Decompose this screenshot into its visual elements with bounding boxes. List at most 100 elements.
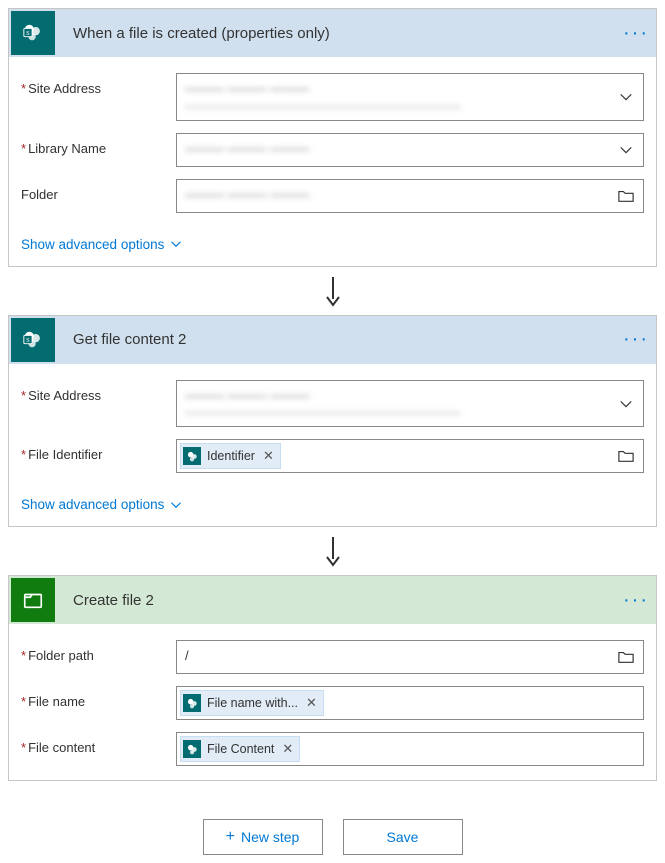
site-address-dropdown[interactable] — [609, 74, 643, 120]
site-address-field[interactable]: ——— ——— ——— ——————————————————————— — [176, 73, 644, 121]
sharepoint-icon: S — [11, 318, 55, 362]
folder-icon — [618, 449, 634, 463]
save-button[interactable]: Save — [343, 819, 463, 855]
file-identifier-picker[interactable] — [609, 440, 643, 472]
site-address-row-2: *Site Address ——— ——— ——— ——————————————… — [21, 380, 644, 428]
token-container: File name with... ✕ — [177, 687, 643, 719]
token-remove-button[interactable]: ✕ — [304, 695, 317, 711]
create-file-title: Create file 2 — [57, 592, 616, 609]
file-name-token[interactable]: File name with... ✕ — [180, 690, 324, 716]
chevron-down-icon — [619, 90, 633, 104]
label-text: Folder — [21, 187, 58, 202]
token-container: File Content ✕ — [177, 733, 643, 765]
new-step-label: New step — [241, 829, 299, 845]
arrow-down-icon — [323, 275, 343, 307]
advanced-text: Show advanced options — [21, 237, 164, 252]
library-name-label: *Library Name — [21, 133, 176, 156]
chevron-down-icon — [170, 238, 182, 250]
save-label: Save — [387, 829, 419, 845]
get-file-menu-button[interactable]: ··· — [616, 328, 656, 351]
trigger-title: When a file is created (properties only) — [57, 25, 616, 42]
site-address-dropdown-2[interactable] — [609, 381, 643, 427]
folder-path-field[interactable]: / — [176, 640, 644, 674]
get-file-title: Get file content 2 — [57, 331, 616, 348]
library-name-value: ——— ——— ——— — [177, 134, 609, 166]
label-text: File name — [28, 694, 85, 709]
file-identifier-row: *File Identifier Identifier ✕ — [21, 439, 644, 473]
file-name-field[interactable]: File name with... ✕ — [176, 686, 644, 720]
sharepoint-mini-icon — [183, 447, 201, 465]
chevron-down-icon — [619, 397, 633, 411]
site-address-value-2: ——— ——— ——— ——————————————————————— — [177, 381, 609, 427]
sharepoint-mini-icon — [183, 694, 201, 712]
label-text: File content — [28, 740, 95, 755]
folder-path-label: *Folder path — [21, 640, 176, 663]
library-name-field[interactable]: ——— ——— ——— — [176, 133, 644, 167]
label-text: Site Address — [28, 81, 101, 96]
token-remove-button[interactable]: ✕ — [280, 741, 293, 757]
blurred-text: ——————————————————————— — [185, 404, 601, 420]
identifier-token[interactable]: Identifier ✕ — [180, 443, 281, 469]
file-content-token[interactable]: File Content ✕ — [180, 736, 300, 762]
file-name-label: *File name — [21, 686, 176, 709]
folder-path-row: *Folder path / — [21, 640, 644, 674]
file-content-label: *File content — [21, 732, 176, 755]
token-text: File name with... — [207, 696, 298, 710]
blurred-text: ——— ——— ——— — [185, 186, 601, 204]
site-address-label-2: *Site Address — [21, 380, 176, 403]
blurred-text: ——— ——— ——— — [185, 140, 601, 158]
label-text: Library Name — [28, 141, 106, 156]
sharepoint-mini-icon — [183, 740, 201, 758]
label-text: Site Address — [28, 388, 101, 403]
token-text: File Content — [207, 742, 274, 756]
token-text: Identifier — [207, 449, 255, 463]
library-name-row: *Library Name ——— ——— ——— — [21, 133, 644, 167]
token-remove-button[interactable]: ✕ — [261, 448, 274, 464]
blurred-text: ——— ——— ——— — [185, 80, 601, 98]
site-address-label: *Site Address — [21, 73, 176, 96]
trigger-menu-button[interactable]: ··· — [616, 22, 656, 45]
trigger-body: *Site Address ——— ——— ——— ——————————————… — [9, 57, 656, 266]
svg-text:S: S — [26, 337, 30, 344]
folder-icon — [618, 650, 634, 664]
folder-path-picker[interactable] — [609, 641, 643, 673]
create-file-menu-button[interactable]: ··· — [616, 589, 656, 612]
site-address-field-2[interactable]: ——— ——— ——— ——————————————————————— — [176, 380, 644, 428]
connector-arrow-2 — [8, 527, 657, 575]
folder-label: Folder — [21, 179, 176, 202]
token-container: Identifier ✕ — [177, 440, 609, 472]
folder-value: ——— ——— ——— — [177, 180, 609, 212]
get-file-body: *Site Address ——— ——— ——— ——————————————… — [9, 364, 656, 527]
filesystem-icon — [11, 578, 55, 622]
label-text: Folder path — [28, 648, 94, 663]
folder-row: Folder ——— ——— ——— — [21, 179, 644, 213]
site-address-value: ——— ——— ——— ——————————————————————— — [177, 74, 609, 120]
chevron-down-icon — [170, 499, 182, 511]
footer-actions: + New step Save — [8, 819, 657, 855]
trigger-card: S When a file is created (properties onl… — [8, 8, 657, 267]
advanced-text: Show advanced options — [21, 497, 164, 512]
folder-path-value: / — [177, 641, 609, 673]
action-card-get-file: S Get file content 2 ··· *Site Address —… — [8, 315, 657, 528]
file-identifier-label: *File Identifier — [21, 439, 176, 462]
create-file-body: *Folder path / *File name File name with… — [9, 624, 656, 780]
folder-icon — [618, 189, 634, 203]
sharepoint-icon: S — [11, 11, 55, 55]
library-name-dropdown[interactable] — [609, 134, 643, 166]
file-name-row: *File name File name with... ✕ — [21, 686, 644, 720]
trigger-header[interactable]: S When a file is created (properties onl… — [9, 9, 656, 57]
folder-field[interactable]: ——— ——— ——— — [176, 179, 644, 213]
file-content-row: *File content File Content ✕ — [21, 732, 644, 766]
action-card-create-file: Create file 2 ··· *Folder path / *File n… — [8, 575, 657, 781]
new-step-button[interactable]: + New step — [203, 819, 323, 855]
show-advanced-link-2[interactable]: Show advanced options — [21, 491, 182, 512]
blurred-text: ——— ——— ——— — [185, 387, 601, 405]
site-address-row: *Site Address ——— ——— ——— ——————————————… — [21, 73, 644, 121]
get-file-header[interactable]: S Get file content 2 ··· — [9, 316, 656, 364]
create-file-header[interactable]: Create file 2 ··· — [9, 576, 656, 624]
file-content-field[interactable]: File Content ✕ — [176, 732, 644, 766]
file-identifier-field[interactable]: Identifier ✕ — [176, 439, 644, 473]
folder-picker-button[interactable] — [609, 180, 643, 212]
plus-icon: + — [226, 828, 235, 846]
show-advanced-link[interactable]: Show advanced options — [21, 231, 182, 252]
